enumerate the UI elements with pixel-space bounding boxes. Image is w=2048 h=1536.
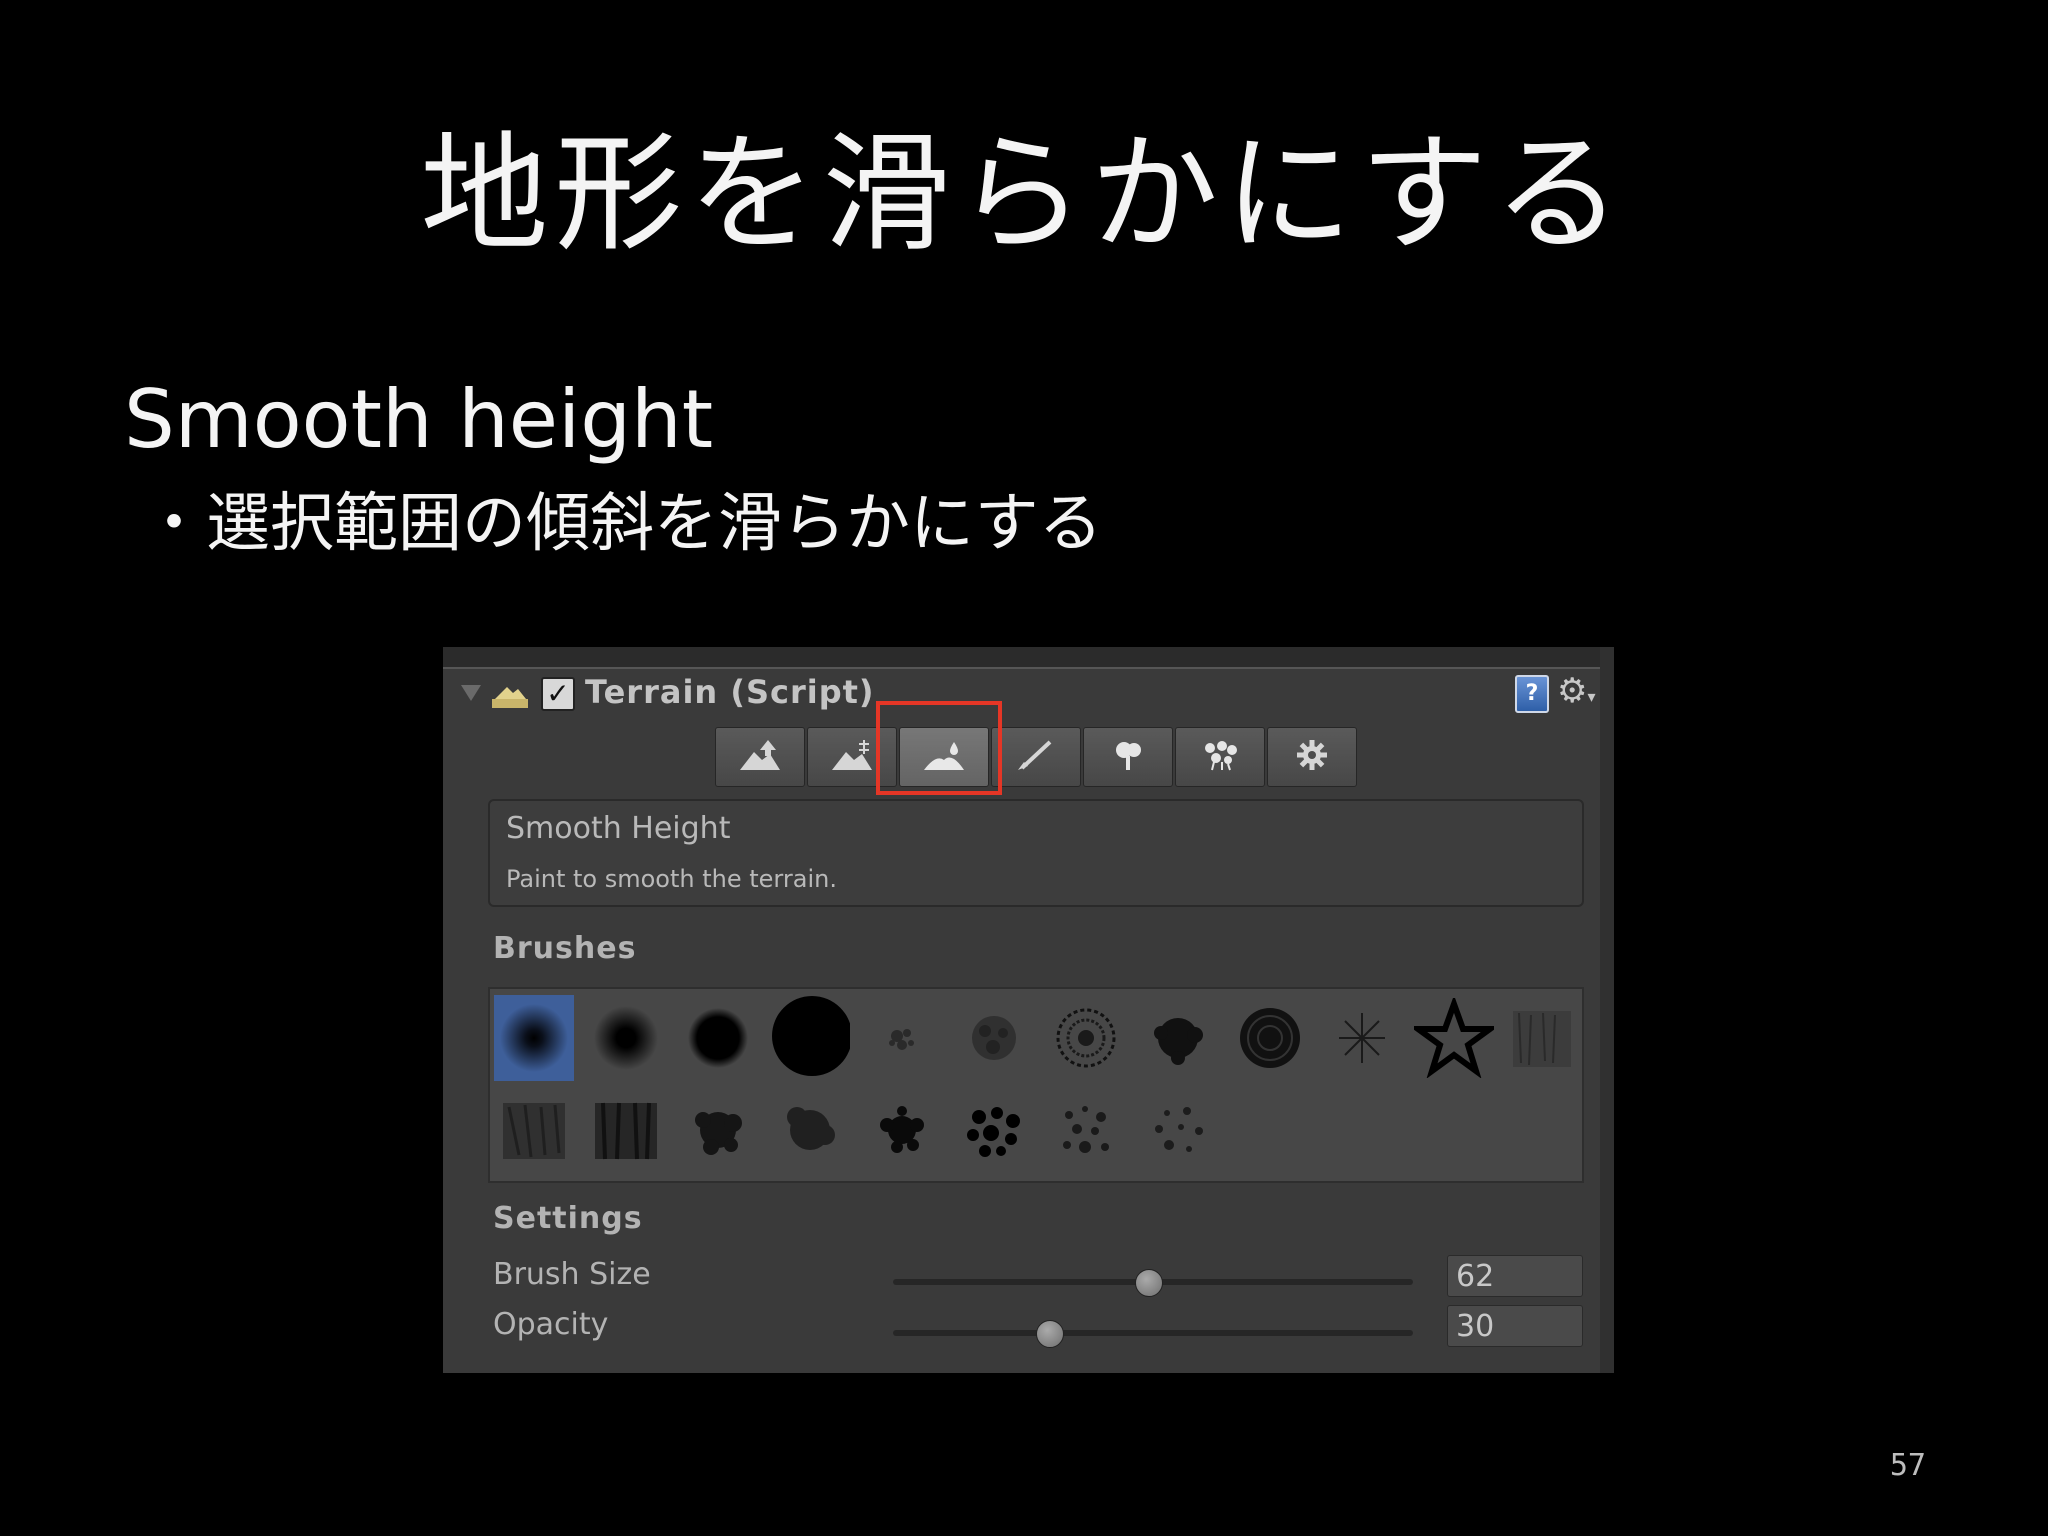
component-enabled-checkbox[interactable]: ✓ — [541, 677, 575, 711]
page-number: 57 — [1889, 1448, 1926, 1483]
brush-size-slider-thumb[interactable] — [1134, 1269, 1163, 1297]
brush-star[interactable] — [1414, 995, 1494, 1081]
terrain-settings-tool-button[interactable] — [1267, 727, 1357, 787]
brush-splatter-1[interactable] — [678, 1087, 758, 1173]
opacity-label: Opacity — [493, 1307, 609, 1342]
opacity-field[interactable]: 30 — [1447, 1305, 1583, 1347]
brush-grunge-1[interactable] — [1502, 995, 1582, 1081]
brush-grunge-3[interactable] — [586, 1087, 666, 1173]
tool-description-text: Paint to smooth the terrain. — [506, 865, 837, 893]
brush-scribble-2[interactable] — [1138, 995, 1218, 1081]
brush-speckle-2[interactable] — [1138, 1087, 1218, 1173]
highlight-box — [876, 701, 1002, 795]
brush-splatter-2[interactable] — [770, 1087, 850, 1173]
terrain-settings-icon — [1290, 738, 1334, 776]
brush-speckle-1[interactable] — [1046, 1087, 1126, 1173]
inspector-top-strip — [443, 647, 1614, 669]
brush-hard-round-medium[interactable] — [678, 995, 758, 1081]
place-trees-tool-button[interactable] — [1083, 727, 1173, 787]
help-icon[interactable]: ? — [1515, 675, 1549, 713]
brush-soft-round-small[interactable] — [494, 995, 574, 1081]
brush-grid — [488, 987, 1584, 1183]
settings-label: Settings — [493, 1201, 643, 1236]
tool-description-title: Smooth Height — [506, 811, 731, 846]
brush-soft-round[interactable] — [586, 995, 666, 1081]
paint-height-icon — [830, 738, 874, 776]
raise-lower-terrain-icon — [738, 738, 782, 776]
terrain-tool-toolbar — [715, 727, 1359, 787]
place-trees-icon — [1106, 738, 1150, 776]
brushes-label: Brushes — [493, 931, 637, 966]
brush-noise-faint[interactable] — [862, 995, 942, 1081]
paint-details-icon — [1198, 738, 1242, 776]
brush-noise-medium[interactable] — [954, 995, 1034, 1081]
brush-size-label: Brush Size — [493, 1257, 651, 1292]
inspector-scrollbar[interactable] — [1600, 647, 1614, 1373]
brush-dots[interactable] — [954, 1087, 1034, 1173]
brush-scribble-1[interactable] — [1046, 995, 1126, 1081]
brush-size-field[interactable]: 62 — [1447, 1255, 1583, 1297]
brush-scribble-3[interactable] — [1230, 995, 1310, 1081]
brush-splatter-3[interactable] — [862, 1087, 942, 1173]
component-header: ✓ Terrain (Script) ? ⚙▾ — [461, 671, 1596, 721]
component-name: Terrain (Script) — [585, 673, 875, 711]
foldout-arrow-icon[interactable] — [461, 685, 481, 701]
slide-bullet: ・選択範囲の傾斜を滑らかにする — [142, 487, 1103, 561]
brush-grunge-2[interactable] — [494, 1087, 574, 1173]
brush-starburst[interactable] — [1322, 995, 1402, 1081]
component-gear-icon[interactable]: ⚙▾ — [1557, 671, 1596, 711]
paint-texture-icon — [1014, 738, 1058, 776]
opacity-slider[interactable] — [893, 1330, 1413, 1336]
terrain-component-icon — [492, 687, 528, 708]
raise-lower-terrain-tool-button[interactable] — [715, 727, 805, 787]
slide-subtitle: Smooth height — [124, 373, 714, 466]
terrain-inspector-screenshot: ✓ Terrain (Script) ? ⚙▾ Smooth Height Pa… — [443, 647, 1614, 1373]
opacity-slider-thumb[interactable] — [1036, 1320, 1064, 1348]
paint-details-tool-button[interactable] — [1175, 727, 1265, 787]
paint-texture-tool-button[interactable] — [991, 727, 1081, 787]
slide-title: 地形を滑らかにする — [420, 120, 1628, 269]
brush-hard-round-large[interactable] — [770, 993, 850, 1079]
tool-description-box: Smooth Height Paint to smooth the terrai… — [488, 799, 1584, 907]
